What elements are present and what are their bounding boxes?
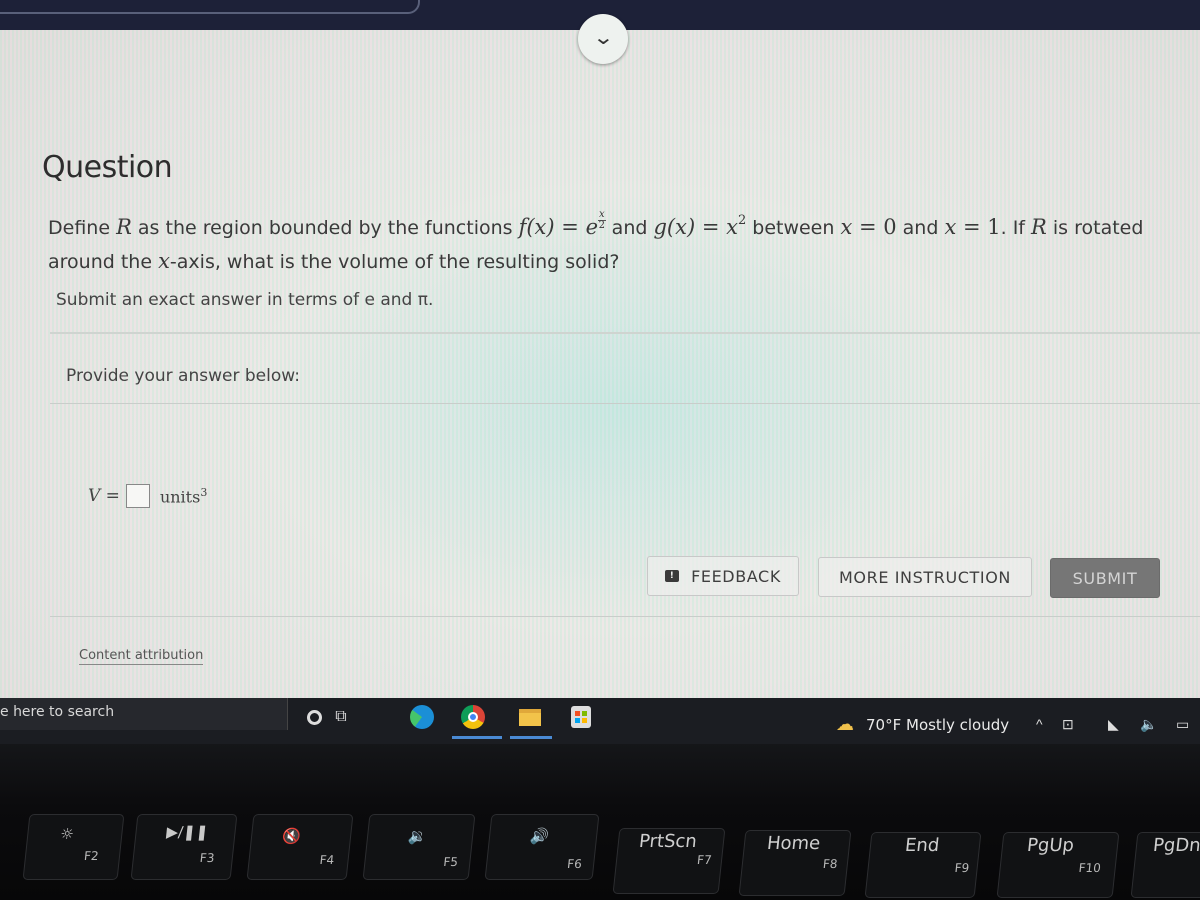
weather-temp: 70°F: [866, 715, 902, 734]
chevron-down-icon: ⌄: [592, 25, 614, 49]
edge-icon[interactable]: [409, 704, 435, 730]
fn-label: F2: [83, 849, 100, 863]
key-label: PgUp: [1025, 835, 1076, 856]
key-pgdn[interactable]: PgDn: [1130, 832, 1200, 898]
text: as the region bounded by the functions: [131, 217, 519, 239]
keyboard: ☼ F2 ▶/❚❚ F3 🔇 F4 🔉 F5 🔊 F6 PrtScn F7 Ho…: [0, 744, 1200, 900]
cortana-icon[interactable]: [301, 704, 327, 730]
active-indicator: [510, 736, 552, 739]
fn-label: F5: [442, 855, 459, 869]
fn-label: F6: [566, 857, 583, 871]
fn-label: F7: [696, 853, 713, 867]
divider: [50, 403, 1200, 404]
units-exponent: 3: [200, 485, 208, 499]
math-x: x: [726, 215, 738, 239]
fn-label: F9: [953, 861, 970, 875]
chrome-icon[interactable]: [460, 704, 486, 730]
fn-label: F10: [1077, 861, 1102, 875]
math-x: x: [840, 215, 853, 239]
text: and: [896, 217, 945, 239]
answer-row: V = units3: [88, 484, 207, 508]
answer-label: Provide your answer below:: [66, 366, 300, 386]
store-icon[interactable]: [568, 704, 594, 730]
volume-down-icon: 🔉: [407, 827, 428, 845]
fn-label: F8: [822, 857, 839, 871]
math-r: R: [116, 215, 132, 239]
content-attribution-link[interactable]: Content attribution: [79, 648, 204, 665]
feedback-label: FEEDBACK: [691, 566, 781, 586]
volume-icon[interactable]: 🔈: [1140, 716, 1157, 733]
math-x: x: [158, 249, 170, 273]
math-eq: =: [695, 215, 727, 239]
math-f: f(x): [518, 215, 555, 239]
math-r: R: [1031, 215, 1047, 239]
chevron-up-icon[interactable]: ^: [1036, 716, 1043, 732]
active-indicator: [452, 736, 502, 739]
fn-label: F4: [318, 853, 335, 867]
tab-edge: [0, 0, 420, 14]
key-label: PgDn: [1151, 835, 1200, 856]
key-f5[interactable]: 🔉 F5: [362, 814, 476, 880]
units-label: units3: [160, 486, 207, 506]
key-end[interactable]: End F9: [864, 832, 982, 898]
text: . If: [1000, 217, 1032, 239]
weather-icon: ☁: [836, 714, 854, 735]
key-f6[interactable]: 🔊 F6: [484, 814, 600, 880]
weather-condition: Mostly cloudy: [906, 715, 1010, 734]
text: -axis, what is the volume of the resulti…: [169, 251, 620, 273]
volume-variable: V =: [88, 486, 120, 506]
exponent-fraction: x2: [598, 210, 606, 231]
taskbar: e here to search ⧉ ☁ 70°F Mostly cloudy …: [0, 698, 1200, 744]
text: and: [605, 217, 654, 239]
more-instruction-button[interactable]: MORE INSTRUCTION: [818, 557, 1032, 597]
file-explorer-icon[interactable]: [517, 704, 543, 730]
question-hint: Submit an exact answer in terms of e and…: [56, 290, 434, 310]
question-title: Question: [42, 150, 173, 185]
math-eq: =: [554, 215, 586, 239]
math-x: x: [944, 215, 957, 239]
key-prtscn[interactable]: PrtScn F7: [612, 828, 726, 894]
math-eq: = 0: [852, 215, 897, 239]
key-home[interactable]: Home F8: [738, 830, 852, 896]
text: Define: [48, 217, 117, 239]
math-sup: 2: [737, 213, 747, 228]
play-pause-icon: ▶/❚❚: [165, 823, 210, 841]
weather-widget[interactable]: ☁ 70°F Mostly cloudy: [836, 714, 1009, 735]
units-text: units: [159, 487, 201, 507]
fn-label: F3: [199, 851, 216, 865]
key-label: PrtScn: [637, 831, 698, 852]
text: between: [746, 217, 841, 239]
feedback-button[interactable]: ! FEEDBACK: [647, 556, 799, 596]
key-label: End: [903, 835, 941, 856]
mute-icon: 🔇: [281, 827, 302, 845]
feedback-icon: !: [665, 570, 680, 582]
key-f3[interactable]: ▶/❚❚ F3: [130, 814, 238, 880]
question-text: Define R as the region bounded by the fu…: [48, 204, 1198, 279]
key-f4[interactable]: 🔇 F4: [246, 814, 354, 880]
meet-now-icon[interactable]: ⊡: [1062, 716, 1074, 733]
divider: [50, 616, 1200, 617]
page-screen: Question Define R as the region bounded …: [0, 30, 1200, 698]
brightness-icon: ☼: [59, 825, 75, 843]
math-eq: = 1: [956, 215, 1001, 239]
key-f2[interactable]: ☼ F2: [22, 814, 125, 880]
math-e: e: [585, 215, 598, 239]
task-view-icon[interactable]: ⧉: [328, 704, 354, 730]
taskbar-search[interactable]: e here to search: [0, 698, 288, 730]
wifi-icon[interactable]: ◣: [1108, 716, 1119, 733]
math-g: g(x): [653, 215, 696, 239]
question-card: Question Define R as the region bounded …: [22, 120, 1200, 665]
divider: [50, 332, 1200, 334]
answer-input[interactable]: [125, 484, 150, 508]
frac-den: 2: [598, 220, 605, 231]
volume-up-icon: 🔊: [529, 827, 550, 845]
key-pgup[interactable]: PgUp F10: [996, 832, 1120, 898]
key-label: Home: [765, 833, 822, 854]
collapse-button[interactable]: ⌄: [578, 14, 628, 64]
submit-button[interactable]: SUBMIT: [1050, 558, 1160, 598]
battery-icon[interactable]: ▭: [1176, 716, 1189, 733]
